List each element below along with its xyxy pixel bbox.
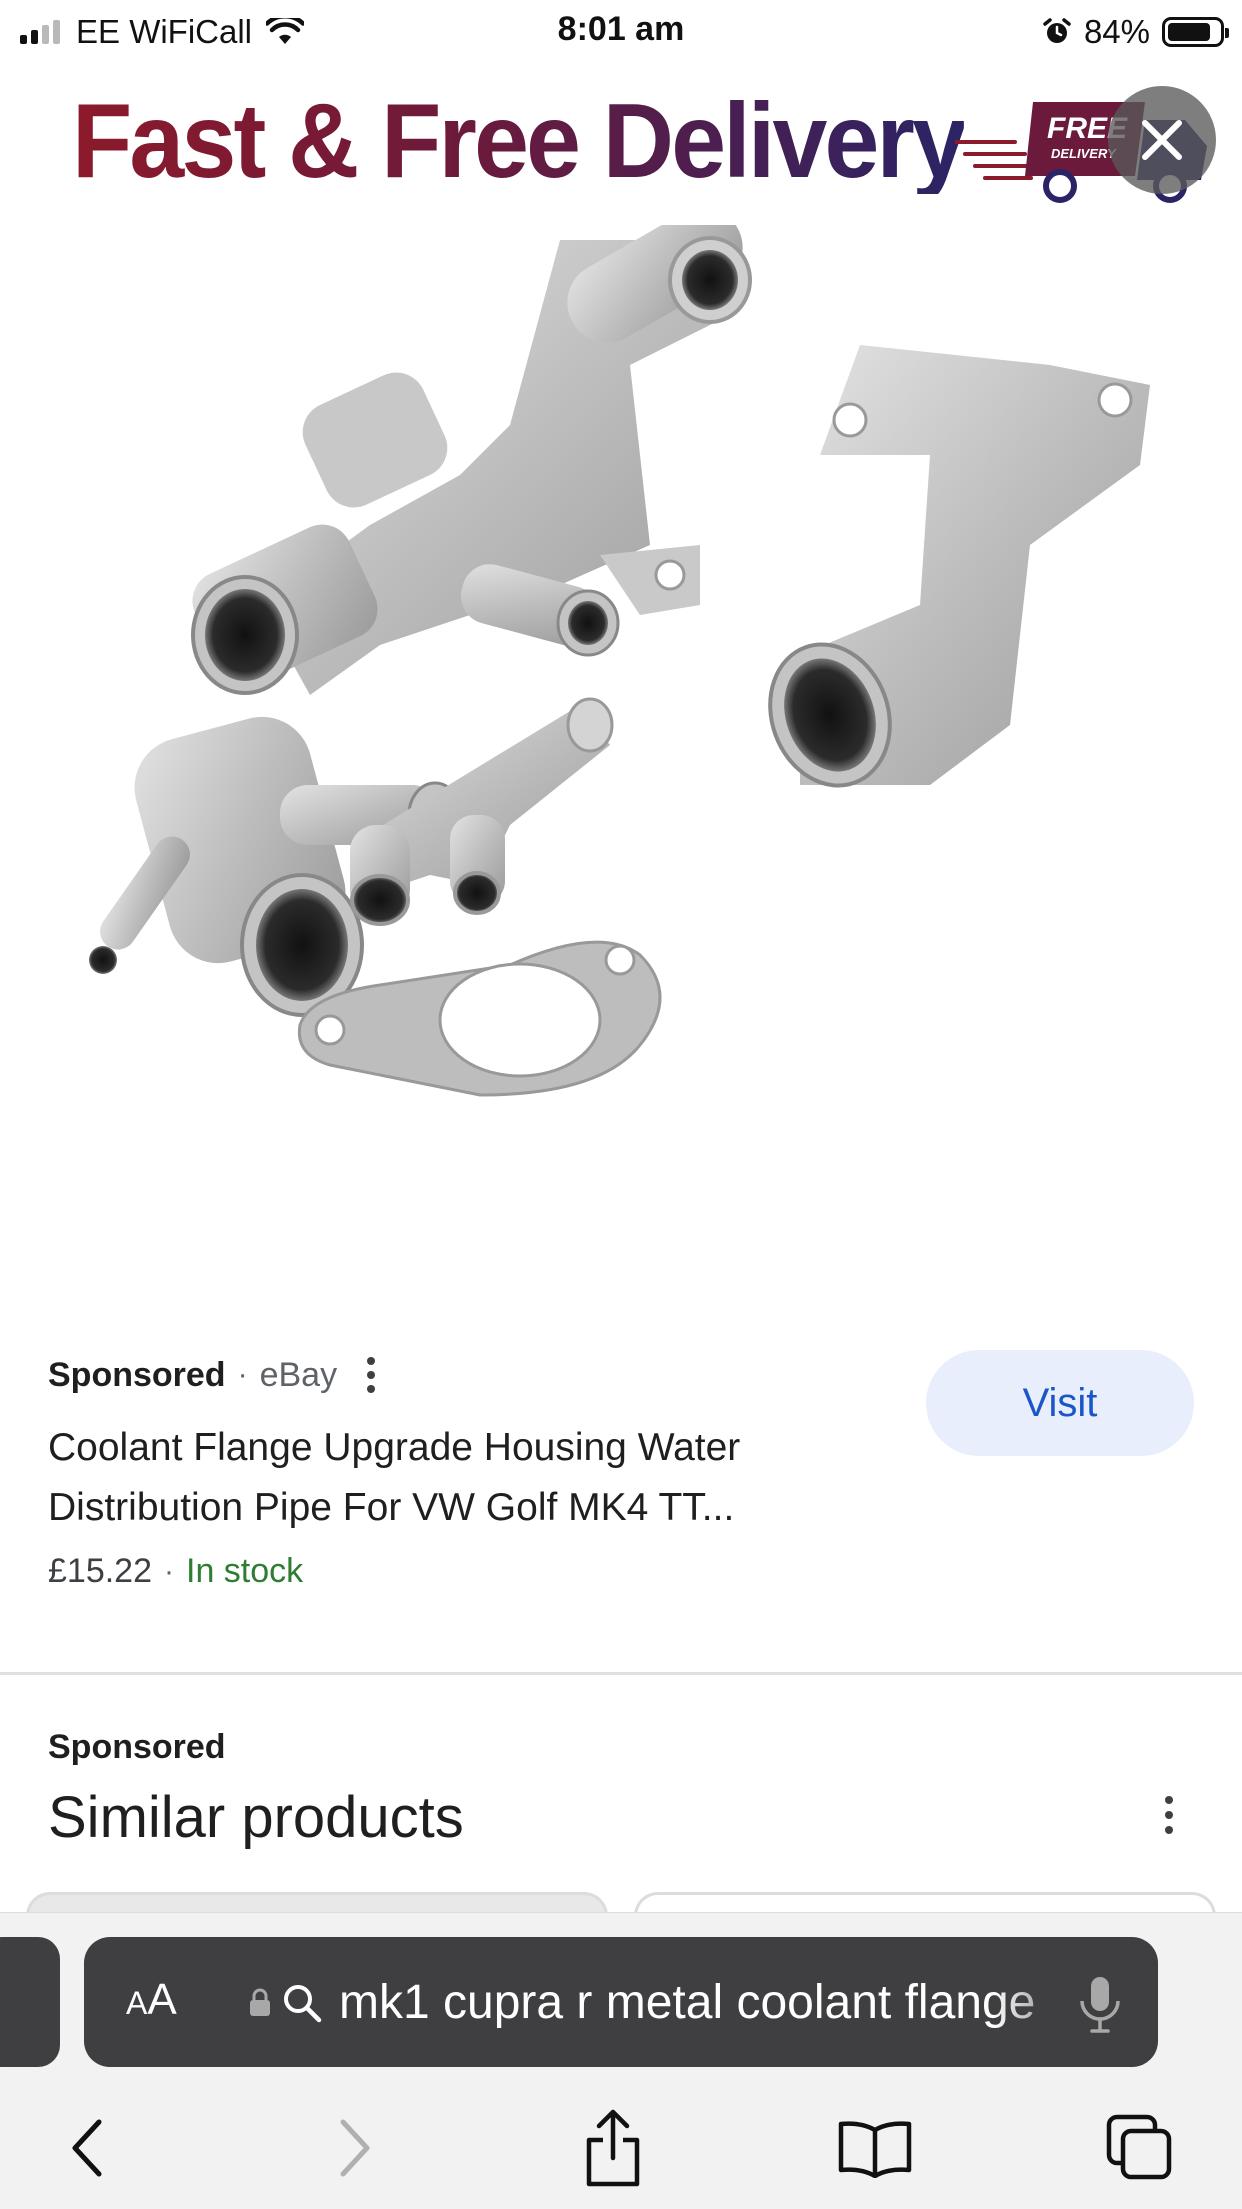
elbow-flange-part [768,345,1150,788]
share-icon [586,2109,640,2187]
book-icon [838,2121,912,2178]
battery-fill [1168,23,1210,41]
battery-percentage: 84% [1083,13,1150,50]
battery-icon [1162,17,1229,47]
delivery-banner[interactable]: Fast & Free Delivery FREE DELIVERY [0,70,1242,220]
similar-sponsored-label: Sponsored [48,1728,226,1766]
product-price: £15.22 [48,1552,152,1590]
status-right: 84% [1042,10,1229,54]
lock-icon [250,1988,270,2016]
microphone-icon[interactable] [1072,1973,1128,2037]
aa-big-letter: A [147,1975,177,2024]
similar-more-options-icon[interactable] [1165,1796,1173,1834]
divider [0,1672,1242,1675]
separator: · [237,1358,248,1391]
sponsored-label: Sponsored [48,1355,226,1394]
previous-tab-preview[interactable] [0,1937,60,2067]
more-options-icon[interactable] [367,1357,376,1393]
truck-delivery-text: DELIVERY [1051,146,1117,161]
product-image[interactable] [40,225,1200,1245]
url-search-text[interactable]: mk1 cupra r metal coolant flange [339,1975,1099,2031]
status-bar: EE WiFiCall 8:01 am 84% [0,0,1242,62]
tabs-button[interactable] [1095,2103,1185,2193]
ad-meta: Sponsored · eBay [48,1350,376,1400]
alarm-icon [1043,18,1071,43]
close-icon [1142,120,1182,160]
forward-button[interactable] [310,2103,400,2193]
bookmarks-button[interactable] [830,2103,920,2193]
chevron-left-icon [72,2119,102,2177]
banner-headline: Fast & Free Delivery [72,82,967,200]
aa-small-letter: A [126,1985,148,2021]
stock-status: In stock [186,1552,304,1590]
price-row: £15.22 · In stock [48,1552,303,1591]
reader-settings-button[interactable]: A A [126,1937,177,2067]
close-button[interactable] [1108,86,1216,194]
search-icon [284,1985,322,2023]
separator: · [164,1554,174,1588]
merchant-name[interactable]: eBay [260,1356,338,1395]
distribution-pipe-part [191,225,752,695]
address-bar[interactable]: A A mk1 cupra r metal coolant flange [84,1937,1158,2067]
back-button[interactable] [42,2103,132,2193]
share-button[interactable] [568,2103,658,2193]
product-title[interactable]: Coolant Flange Upgrade Housing Water Dis… [48,1418,878,1538]
chevron-right-icon [340,2119,370,2177]
similar-products-title: Similar products [48,1785,464,1850]
browser-toolbar: A A mk1 cupra r metal coolant flange [0,1912,1242,2209]
tabs-icon [1106,2114,1172,2180]
visit-button[interactable]: Visit [926,1350,1194,1456]
